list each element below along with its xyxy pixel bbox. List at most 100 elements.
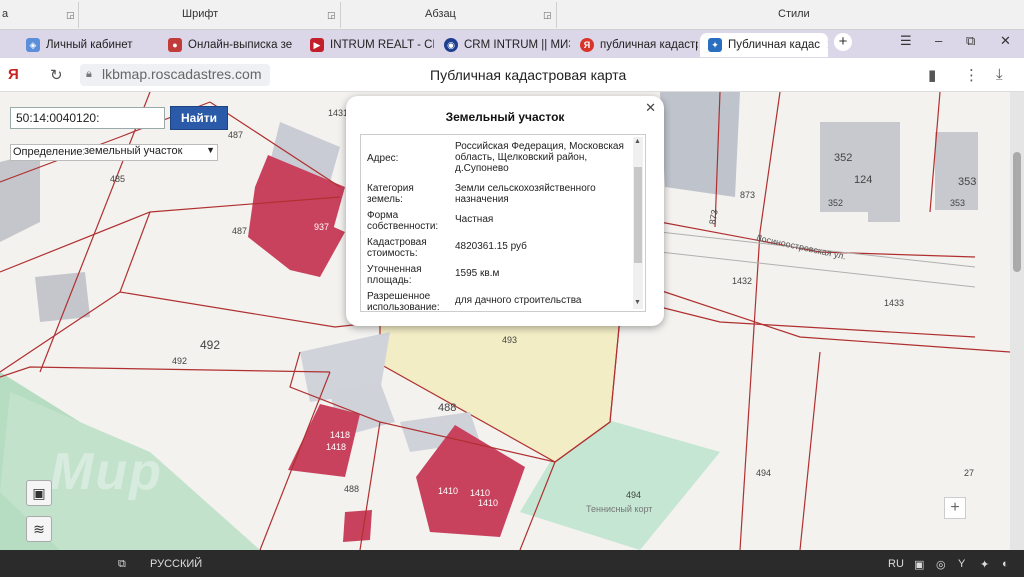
minimize-icon[interactable]: – bbox=[935, 33, 942, 48]
tab-label: публичная кадастр bbox=[600, 39, 698, 51]
popup-scrollbar[interactable]: ▲ ▼ bbox=[633, 137, 643, 309]
info-value: Российская Федерация, Московская область… bbox=[455, 141, 624, 174]
parcel-label[interactable]: 487 bbox=[232, 226, 247, 236]
tab-online-vypiska[interactable]: ● Онлайн-выписка зе bbox=[160, 33, 300, 57]
app-tray-icon[interactable]: ✦ bbox=[980, 558, 989, 571]
building-label[interactable]: 1410 bbox=[438, 486, 458, 496]
building-label[interactable]: 1418 bbox=[326, 442, 346, 452]
taskbar: РУССКИЙ ⧉ RU ▣ ◎ Y ✦ ◐ bbox=[0, 550, 1024, 577]
layers-button[interactable]: ≋ bbox=[26, 516, 52, 542]
launcher-icon[interactable]: ◲ bbox=[327, 10, 336, 21]
ribbon-styles-group: Стили bbox=[778, 8, 810, 20]
app-tray-icon[interactable]: ◐ bbox=[1002, 558, 1009, 570]
parcel-label[interactable]: 1433 bbox=[884, 298, 904, 308]
new-tab-button[interactable]: + bbox=[834, 33, 852, 51]
launcher-icon[interactable]: ◲ bbox=[543, 10, 552, 21]
ribbon-paragraph-group: Абзац bbox=[425, 8, 456, 20]
scroll-up-icon[interactable]: ▲ bbox=[634, 138, 641, 145]
parcel-label[interactable]: 873 bbox=[740, 190, 755, 200]
info-row-category: Категория земель: Земли сельскохозяйстве… bbox=[367, 183, 637, 207]
restore-icon[interactable]: ⧉ bbox=[966, 33, 975, 49]
street-label: Лосиноостровская ул. bbox=[754, 232, 847, 262]
building-label[interactable]: 937 bbox=[314, 222, 329, 232]
tab-favicon-icon: ● bbox=[168, 38, 182, 52]
url-field[interactable]: 🔒︎ lkbmap.roscadastres.com bbox=[80, 64, 270, 86]
scrollbar-thumb[interactable] bbox=[634, 167, 642, 263]
app-tray-icon[interactable]: ▣ bbox=[914, 558, 924, 571]
chevron-down-icon: ▼ bbox=[206, 145, 215, 155]
cadastral-number-input[interactable] bbox=[10, 107, 165, 129]
info-key: Разрешенное использование: bbox=[367, 291, 440, 312]
yandex-icon: Я bbox=[580, 38, 594, 52]
parcel-label[interactable]: 492 bbox=[200, 338, 220, 352]
cadastral-map[interactable]: 1431 487 485 487 937 492 492 493 488 488… bbox=[0, 92, 1010, 550]
reload-icon[interactable]: ↻ bbox=[50, 66, 63, 84]
watermark-logo: Мир bbox=[50, 443, 163, 501]
parcel-label[interactable]: 487 bbox=[228, 130, 243, 140]
definition-select[interactable]: земельный участок ▼ bbox=[84, 145, 217, 160]
building-label[interactable]: 124 bbox=[854, 174, 872, 186]
zoom-in-button[interactable]: + bbox=[944, 497, 966, 519]
parcel-label[interactable]: 494 bbox=[756, 468, 771, 478]
popup-info-table: Адрес: Российская Федерация, Московская … bbox=[360, 134, 646, 312]
close-window-icon[interactable]: ✕ bbox=[1000, 33, 1011, 49]
parcel-label[interactable]: 492 bbox=[172, 356, 187, 366]
info-row-permitted-use: Разрешенное использование: для дачного с… bbox=[367, 291, 637, 312]
popup-close-icon[interactable]: ✕ bbox=[645, 100, 656, 116]
tab-close-icon[interactable]: ✕ bbox=[826, 37, 828, 53]
tab-label: CRM INTRUM || МИЭ bbox=[464, 39, 570, 51]
tab-label: INTRUM REALT - CR bbox=[330, 39, 434, 51]
definition-label-text: Определение: bbox=[13, 146, 86, 158]
download-icon[interactable]: ⤓ bbox=[996, 66, 1003, 83]
divider bbox=[556, 2, 557, 28]
browser-tab-bar: ◈ Личный кабинет ● Онлайн-выписка зе ▶ I… bbox=[0, 30, 1024, 58]
url-text: lkbmap.roscadastres.com bbox=[102, 66, 262, 82]
bookmark-icon[interactable]: ▮ bbox=[928, 66, 936, 84]
parcel-label[interactable]: 27 bbox=[964, 468, 974, 478]
tab-crm-intrum[interactable]: ◉ CRM INTRUM || МИЭ bbox=[436, 33, 570, 57]
page-scrollbar[interactable] bbox=[1010, 92, 1024, 550]
building-label[interactable]: 1410 bbox=[478, 498, 498, 508]
tab-lichny-kabinet[interactable]: ◈ Личный кабинет bbox=[18, 33, 158, 57]
info-key: Уточненная площадь: bbox=[367, 264, 422, 286]
language-indicator[interactable]: RU bbox=[888, 558, 904, 570]
info-key: Адрес: bbox=[367, 153, 399, 164]
parcel-label[interactable]: 1432 bbox=[732, 276, 752, 286]
launcher-icon[interactable]: ◲ bbox=[66, 10, 75, 21]
building-label[interactable]: 1410 bbox=[470, 488, 490, 498]
scrollbar-thumb[interactable] bbox=[1013, 152, 1021, 272]
print-button[interactable]: ▣ bbox=[26, 480, 52, 506]
tab-publichnaya-kadas-active[interactable]: ✦ Публичная кадас ✕ bbox=[700, 33, 828, 57]
address-bar: Я ↻ 🔒︎ lkbmap.roscadastres.com Публичная… bbox=[0, 58, 1024, 92]
parcel-label[interactable]: 485 bbox=[110, 174, 125, 184]
proofing-icon[interactable]: ⧉ bbox=[118, 558, 126, 571]
info-key: Кадастровая стоимость: bbox=[367, 237, 427, 259]
tab-publichnaya-kadastr[interactable]: Я публичная кадастр bbox=[572, 33, 698, 57]
scroll-down-icon[interactable]: ▼ bbox=[634, 299, 641, 306]
yandex-icon[interactable]: Я bbox=[8, 66, 19, 83]
parcel-label[interactable]: 494 bbox=[626, 490, 641, 500]
tab-label: Публичная кадас bbox=[728, 39, 821, 51]
lock-icon: 🔒︎ bbox=[86, 68, 92, 80]
divider bbox=[340, 2, 341, 28]
tab-favicon-icon: ◉ bbox=[444, 38, 458, 52]
parcel-label[interactable]: 488 bbox=[344, 484, 359, 494]
menu-icon[interactable]: ☰ bbox=[900, 33, 912, 49]
building-label[interactable]: 1418 bbox=[330, 430, 350, 440]
parcel-label[interactable]: 488 bbox=[438, 402, 456, 414]
info-row-area: Уточненная площадь: 1595 кв.м bbox=[367, 264, 637, 288]
yandex-tray-icon[interactable]: Y bbox=[958, 558, 965, 570]
parcel-label[interactable]: 353 bbox=[950, 198, 965, 208]
building-label[interactable]: 352 bbox=[834, 152, 852, 164]
building-label[interactable]: 353 bbox=[958, 176, 976, 188]
app-tray-icon[interactable]: ◎ bbox=[936, 558, 946, 571]
parcel-label[interactable]: 873 bbox=[707, 209, 719, 226]
info-row-ownership: Форма собственности: Частная bbox=[367, 210, 637, 234]
find-button[interactable]: Найти bbox=[170, 106, 228, 130]
more-options-icon[interactable]: ⋮ bbox=[964, 66, 979, 84]
tab-favicon-icon: ✦ bbox=[708, 38, 722, 52]
info-key: Категория земель: bbox=[367, 183, 414, 205]
parcel-label[interactable]: 493 bbox=[502, 335, 517, 345]
parcel-label[interactable]: 352 bbox=[828, 198, 843, 208]
tab-intrum-realt[interactable]: ▶ INTRUM REALT - CR bbox=[302, 33, 434, 57]
